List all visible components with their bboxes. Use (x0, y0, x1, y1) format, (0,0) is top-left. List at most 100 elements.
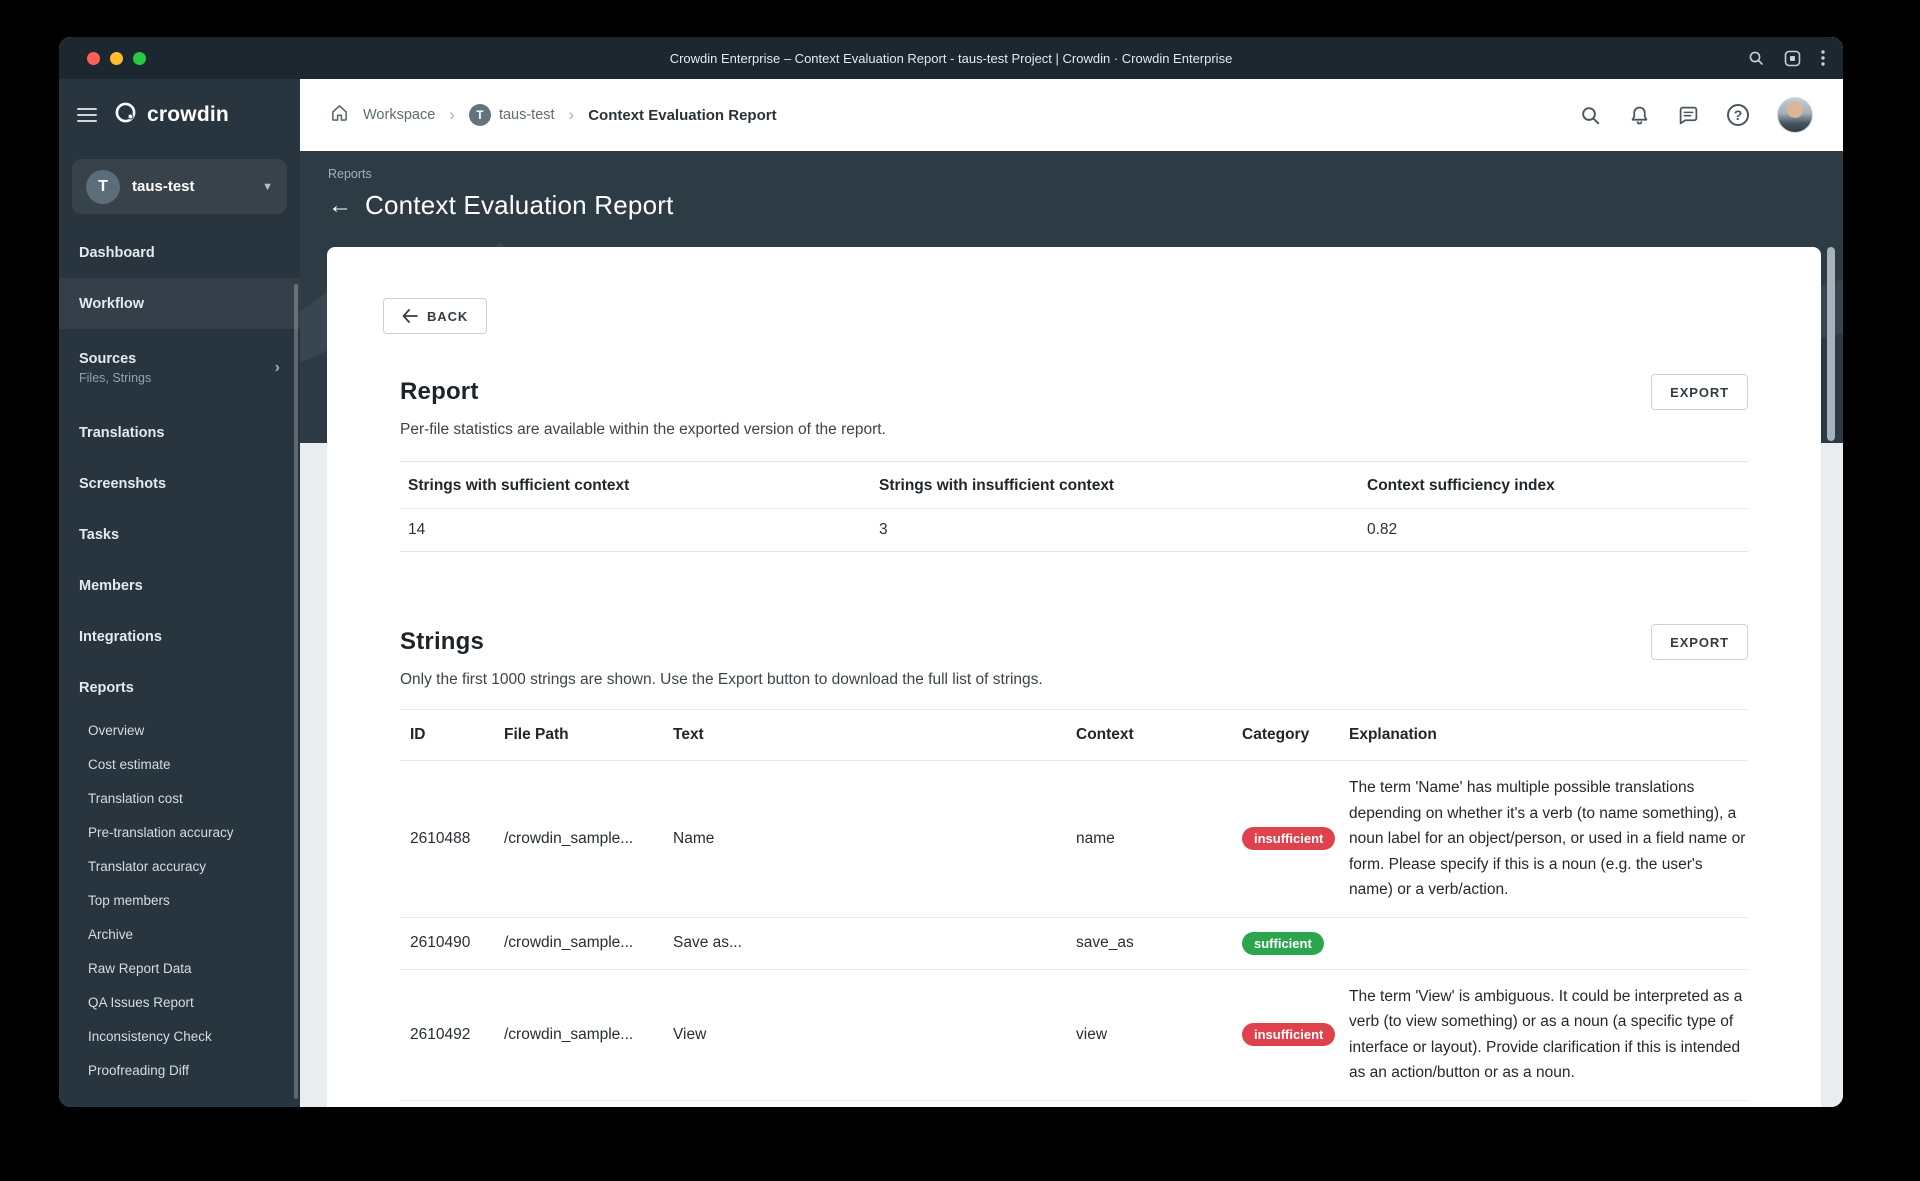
report-card: BACK Report EXPORT Per-file statistics a… (327, 247, 1821, 1107)
chevron-right-icon: › (568, 105, 575, 124)
zoom-window-button[interactable] (133, 51, 146, 65)
notifications-bell-icon[interactable] (1629, 105, 1650, 126)
col-header-text: Text (673, 726, 704, 743)
cell-text: View (673, 1025, 707, 1043)
stats-value-insufficient: 3 (879, 521, 888, 538)
page-title: Context Evaluation Report (365, 190, 674, 220)
sidebar-item-raw-report-data[interactable]: Raw Report Data (59, 951, 300, 985)
crowdin-logo: crowdin (113, 100, 229, 130)
strings-section-subtitle: Only the first 1000 strings are shown. U… (400, 671, 1043, 688)
col-header-file-path: File Path (504, 726, 569, 743)
sidebar-item-archive[interactable]: Archive (59, 917, 300, 951)
menu-icon[interactable] (77, 104, 97, 126)
strings-section-title: Strings (400, 628, 485, 655)
window-controls (87, 51, 146, 65)
sidebar-item-members[interactable]: Members (59, 560, 300, 611)
table-row: 2610488 /crowdin_sample... Name name ins… (400, 761, 1748, 918)
window-title: Crowdin Enterprise – Context Evaluation … (669, 50, 1233, 66)
project-selector[interactable]: T taus-test ▼ (72, 159, 287, 214)
tab-search-icon[interactable] (1748, 50, 1764, 66)
cell-id: 2610488 (410, 829, 471, 847)
project-avatar-small: T (468, 104, 491, 126)
messages-icon[interactable] (1678, 105, 1699, 126)
browser-window: Crowdin Enterprise – Context Evaluation … (59, 37, 1843, 1107)
stats-header-sufficient: Strings with sufficient context (408, 477, 630, 494)
col-header-category: Category (1242, 726, 1310, 743)
sidebar-item-reports[interactable]: Reports (59, 662, 300, 713)
breadcrumb-current-page: Context Evaluation Report (588, 106, 777, 124)
close-window-button[interactable] (87, 51, 100, 65)
col-header-id: ID (410, 726, 426, 743)
table-row: 2610492 /crowdin_sample... View view ins… (400, 970, 1748, 1101)
stats-value-sufficient: 14 (408, 521, 426, 538)
page-scrollbar[interactable] (1827, 247, 1835, 441)
hero-eyebrow: Reports (328, 167, 372, 181)
cell-context: name (1076, 829, 1115, 847)
sidebar-item-integrations[interactable]: Integrations (59, 611, 300, 662)
report-section-subtitle: Per-file statistics are available within… (400, 421, 886, 438)
cell-id: 2610490 (410, 934, 471, 951)
sidebar-scrollbar[interactable] (294, 284, 298, 1099)
strings-table-header: ID File Path Text Context Category Expla… (400, 710, 1748, 761)
browser-menu-icon[interactable] (1821, 50, 1825, 66)
table-row: 2610490 /crowdin_sample... Save as... sa… (400, 918, 1748, 970)
sidebar-item-screenshots[interactable]: Screenshots (59, 458, 300, 509)
extensions-icon[interactable] (1784, 50, 1801, 67)
cell-text: Save as... (673, 934, 742, 951)
sidebar-item-qa-issues-report[interactable]: QA Issues Report (59, 985, 300, 1019)
sidebar-item-inconsistency-check[interactable]: Inconsistency Check (59, 1019, 300, 1053)
back-button[interactable]: BACK (383, 298, 488, 334)
top-header: Workspace › T taus-test › Context Evalua… (300, 79, 1843, 151)
cell-context: view (1076, 1025, 1108, 1043)
project-avatar: T (86, 169, 120, 204)
cell-explanation: The term 'View' is ambiguous. It could b… (1349, 987, 1743, 1082)
sidebar-item-translator-accuracy[interactable]: Translator accuracy (59, 849, 300, 883)
cell-context: save_as (1076, 934, 1134, 951)
breadcrumb-project[interactable]: T taus-test (468, 104, 555, 126)
sidebar-item-dashboard[interactable]: Dashboard (59, 227, 300, 278)
col-header-context: Context (1076, 726, 1134, 743)
crowdin-wordmark: crowdin (147, 103, 229, 126)
category-badge: insufficient (1242, 827, 1336, 851)
sidebar: crowdin T taus-test ▼ Dashboard Workflow… (59, 79, 300, 1107)
chevron-down-icon: ▼ (262, 180, 273, 193)
strings-table: ID File Path Text Context Category Expla… (400, 709, 1748, 1101)
category-badge: sufficient (1242, 931, 1324, 955)
chevron-right-icon: › (274, 359, 280, 376)
sidebar-item-translations[interactable]: Translations (59, 407, 300, 458)
back-arrow-icon[interactable]: ← (328, 193, 352, 218)
breadcrumb: Workspace › T taus-test › Context Evalua… (330, 103, 777, 127)
sidebar-item-sources[interactable]: Sources Files, Strings › (59, 329, 300, 407)
sidebar-item-translation-cost[interactable]: Translation cost (59, 781, 300, 815)
home-icon[interactable] (330, 103, 349, 127)
sidebar-item-proofreading-diff[interactable]: Proofreading Diff (59, 1053, 300, 1087)
sidebar-item-cost-estimate[interactable]: Cost estimate (59, 747, 300, 781)
page-content: Reports ← Context Evaluation Report BACK (300, 151, 1843, 1107)
export-report-button[interactable]: EXPORT (1651, 374, 1748, 410)
sources-subtitle: Files, Strings (79, 371, 152, 385)
report-section-title: Report (400, 378, 479, 405)
sidebar-item-top-members[interactable]: Top members (59, 883, 300, 917)
export-strings-button[interactable]: EXPORT (1651, 624, 1748, 660)
help-icon[interactable]: ? (1727, 104, 1749, 126)
search-icon[interactable] (1580, 105, 1601, 126)
sidebar-item-workflow[interactable]: Workflow (59, 278, 300, 329)
category-badge: insufficient (1242, 1023, 1336, 1046)
sidebar-item-overview[interactable]: Overview (59, 713, 300, 747)
breadcrumb-workspace[interactable]: Workspace (363, 107, 435, 123)
arrow-left-icon (402, 309, 418, 323)
crowdin-logo-mark (113, 100, 138, 130)
cell-explanation: The term 'Name' has multiple possible tr… (1349, 779, 1746, 898)
cell-id: 2610492 (410, 1025, 471, 1043)
stats-header-insufficient: Strings with insufficient context (879, 477, 1115, 494)
sidebar-item-pre-translation-accuracy[interactable]: Pre-translation accuracy (59, 815, 300, 849)
chevron-right-icon: › (449, 105, 455, 124)
cell-file-path: /crowdin_sample... (504, 934, 634, 951)
report-stats-table: Strings with sufficient context Strings … (400, 461, 1748, 552)
user-avatar[interactable] (1777, 97, 1813, 133)
minimize-window-button[interactable] (110, 51, 123, 65)
cell-file-path: /crowdin_sample... (504, 1025, 634, 1043)
cell-text: Name (673, 829, 715, 847)
project-name: taus-test (132, 178, 195, 195)
sidebar-item-tasks[interactable]: Tasks (59, 509, 300, 560)
